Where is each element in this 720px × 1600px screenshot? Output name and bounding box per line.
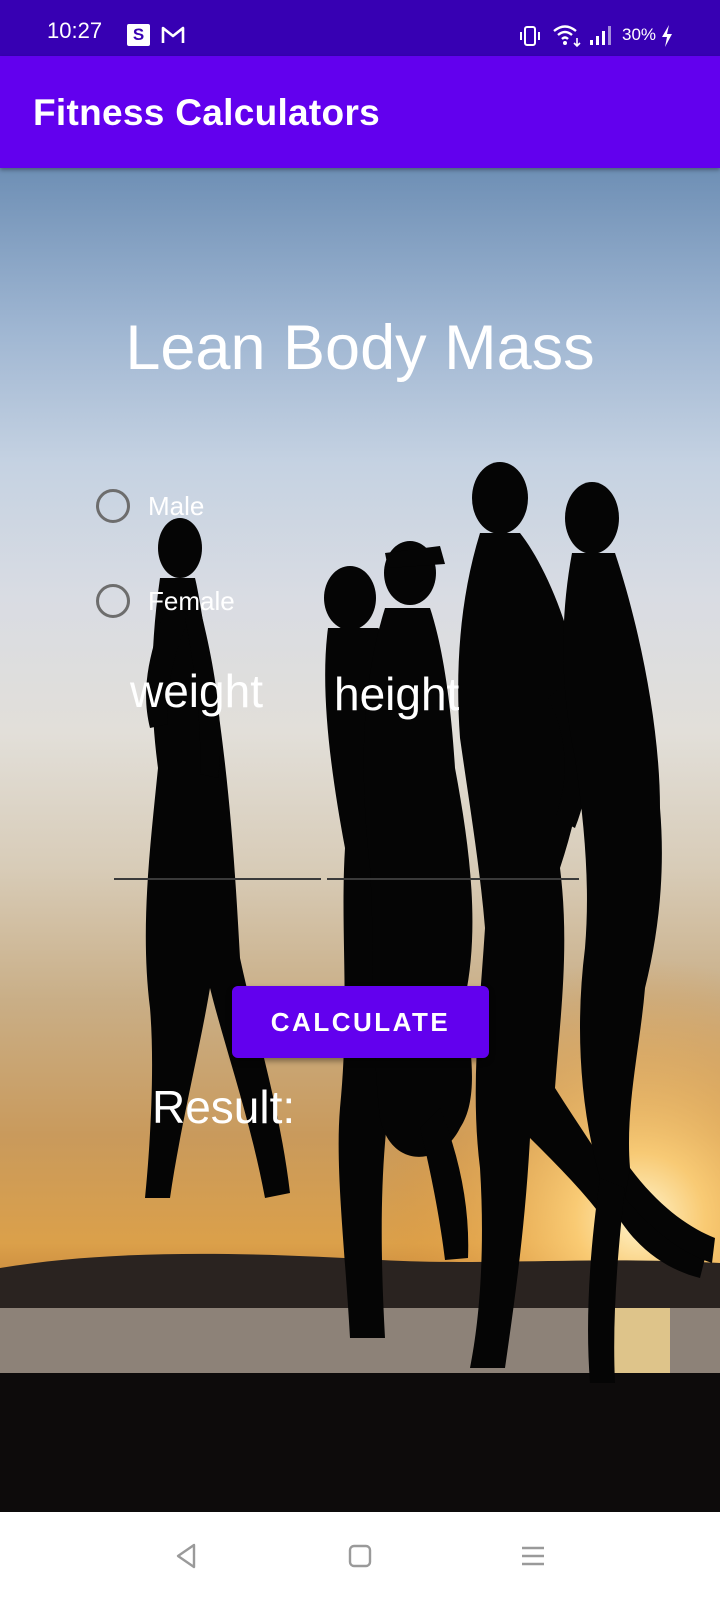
navigation-bar [0, 1512, 720, 1600]
app-title: Fitness Calculators [33, 92, 381, 133]
status-time: 10:27 [47, 18, 103, 43]
male-radio-option[interactable]: Male [96, 489, 204, 523]
male-label: Male [148, 490, 205, 521]
page-title: Lean Body Mass [125, 313, 595, 383]
vibrate-icon [520, 26, 540, 46]
status-bar: 10:27 S 30% [0, 0, 720, 56]
battery-level: 30% [622, 25, 657, 44]
female-label: Female [148, 585, 235, 616]
female-radio-option[interactable]: Female [96, 584, 235, 618]
home-icon[interactable] [344, 1540, 376, 1572]
app-bar: Fitness Calculators [0, 56, 720, 168]
s-app-icon: S [127, 24, 150, 46]
signal-icon [590, 26, 611, 45]
height-label: height [334, 668, 460, 720]
result-label: Result: [152, 1081, 296, 1133]
calculate-button[interactable]: CALCULATE [232, 986, 489, 1058]
weight-input[interactable] [114, 838, 321, 880]
back-icon[interactable] [170, 1540, 202, 1572]
gmail-icon [161, 26, 185, 43]
menu-icon[interactable] [517, 1540, 549, 1572]
female-radio-button[interactable] [96, 584, 130, 618]
height-input[interactable] [327, 838, 579, 880]
weight-label: weight [130, 665, 263, 717]
charging-icon [662, 25, 672, 47]
wifi-icon [553, 25, 581, 48]
male-radio-button[interactable] [96, 489, 130, 523]
